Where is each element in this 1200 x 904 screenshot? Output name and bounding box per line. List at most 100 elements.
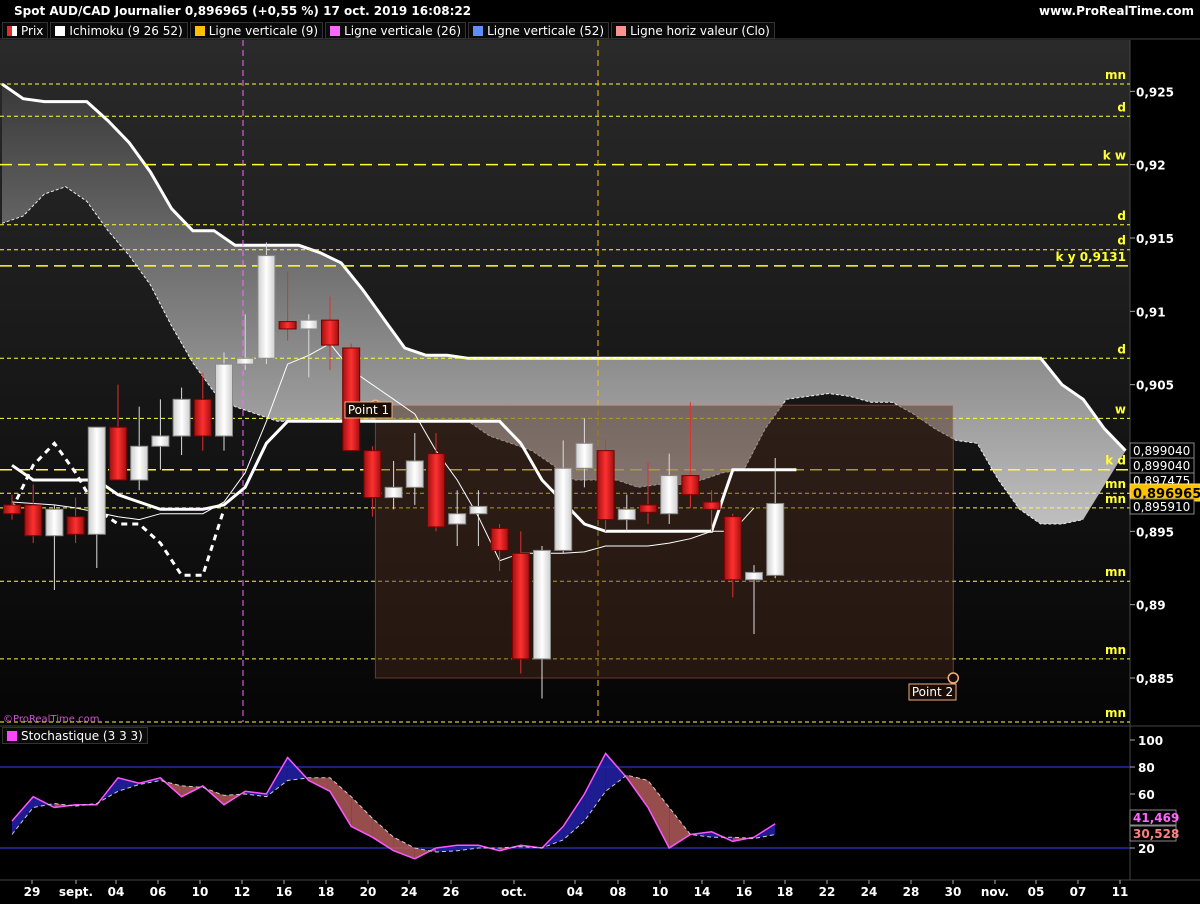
- y-tick-label: 0,895: [1136, 525, 1174, 539]
- candle-body-up: [617, 508, 636, 521]
- legend-label: Ligne horiz valeur (Clo): [630, 23, 770, 38]
- point-marker[interactable]: [947, 672, 960, 684]
- y-tick-label: 0,905: [1136, 379, 1174, 393]
- price-y-axis: 0,9250,920,9150,910,9050,90,8950,890,885: [1130, 85, 1174, 686]
- candle-body-down: [109, 426, 127, 481]
- y-tick-label: 80: [1138, 761, 1155, 775]
- x-tick-label: 30: [945, 885, 962, 899]
- candle-body-down: [342, 347, 361, 452]
- candle-body-up: [45, 508, 64, 537]
- x-tick-label: 22: [819, 885, 836, 899]
- candle[interactable]: [342, 343, 361, 452]
- candle-body-up: [469, 505, 488, 515]
- candle-body-down: [639, 504, 657, 513]
- level-label: d: [1117, 209, 1126, 223]
- legend-label: Stochastique (3 3 3): [21, 728, 143, 743]
- legend-item-price[interactable]: Prix: [2, 22, 49, 39]
- vline-52-swatch-icon: [473, 25, 484, 36]
- hline-swatch-icon: [616, 25, 627, 36]
- level-label: mn: [1105, 706, 1126, 720]
- indicator-legend: Prix Ichimoku (9 26 52) Ligne verticale …: [2, 22, 775, 39]
- x-tick-label: 24: [401, 885, 418, 899]
- x-tick-label: sept.: [59, 885, 93, 899]
- level-label: mn: [1105, 68, 1126, 82]
- price-label: 0,899040: [1133, 459, 1190, 473]
- candle-body-up: [299, 319, 318, 330]
- x-tick-label: 29: [24, 885, 41, 899]
- price-swatch-icon: [7, 25, 17, 36]
- y-tick-label: 20: [1138, 842, 1155, 856]
- price-label: 0,895910: [1133, 500, 1190, 514]
- candle-body-down: [66, 516, 85, 535]
- x-tick-label: 20: [360, 885, 377, 899]
- x-tick-label: 24: [861, 885, 878, 899]
- candle-body-up: [405, 460, 424, 488]
- candle-body-down: [24, 504, 43, 537]
- vline-9-swatch-icon: [194, 25, 205, 36]
- candle-body-down: [3, 504, 21, 515]
- candle-body-down: [363, 450, 382, 499]
- candle-body-up: [766, 502, 785, 576]
- x-tick-label: 16: [736, 885, 753, 899]
- candle-body-down: [321, 319, 339, 346]
- x-tick-label: 16: [276, 885, 293, 899]
- stoch-k-value: 41,469: [1133, 811, 1179, 825]
- candle-body-up: [87, 426, 106, 535]
- y-tick-label: 0,925: [1136, 85, 1174, 99]
- vline-26-swatch-icon: [330, 25, 341, 36]
- legend-label: Ichimoku (9 26 52): [69, 23, 183, 38]
- chart-title: Spot AUD/CAD Journalier 0,896965 (+0,55 …: [14, 4, 472, 18]
- price-range-box[interactable]: [374, 404, 954, 679]
- point-label: Point 1: [348, 403, 389, 417]
- candle-body-up: [575, 442, 594, 469]
- level-label: k d: [1105, 454, 1126, 468]
- chart-header: Spot AUD/CAD Journalier 0,896965 (+0,55 …: [0, 0, 1200, 22]
- legend-item-vline-52[interactable]: Ligne verticale (52): [468, 22, 610, 39]
- stochastic-legend: Stochastique (3 3 3): [2, 727, 148, 744]
- candle[interactable]: [215, 352, 233, 451]
- legend-item-vline-9[interactable]: Ligne verticale (9): [189, 22, 324, 39]
- level-label: mn: [1105, 492, 1126, 506]
- level-label: w: [1115, 402, 1126, 416]
- candle-body-up: [151, 435, 170, 447]
- candle-body-up: [533, 549, 551, 660]
- x-axis: 29 sept. 04 06 10 12 16 18 20 24 26 oct. 04 08 10 14 16 1…: [24, 880, 1129, 899]
- level-label: k y 0,9131: [1056, 250, 1126, 264]
- x-tick-label: 11: [1112, 885, 1129, 899]
- price-label: 0,899040: [1133, 444, 1190, 458]
- legend-label: Ligne verticale (52): [487, 23, 605, 38]
- candle-body-up: [384, 486, 403, 499]
- candle-body-up: [257, 255, 276, 359]
- price-chart[interactable]: mndk wddk y 0,9131dwk dmnmnmnmnmnPoint 1…: [0, 0, 1200, 900]
- point-label: Point 2: [912, 685, 953, 699]
- candle-body-up: [172, 398, 191, 437]
- candle[interactable]: [257, 242, 276, 365]
- ichimoku-swatch-icon: [55, 25, 66, 36]
- x-tick-label: 28: [903, 885, 920, 899]
- legend-item-stochastic[interactable]: Stochastique (3 3 3): [2, 727, 148, 744]
- site-label[interactable]: www.ProRealTime.com: [1039, 4, 1194, 18]
- legend-item-ichimoku[interactable]: Ichimoku (9 26 52): [50, 22, 188, 39]
- x-tick-label: 10: [192, 885, 209, 899]
- candle-body-up: [448, 513, 467, 525]
- candle-body-up: [554, 467, 573, 551]
- x-tick-label: 08: [610, 885, 627, 899]
- legend-label: Ligne verticale (9): [208, 23, 319, 38]
- candle-body-down: [511, 552, 530, 660]
- candle-body-down: [490, 527, 509, 551]
- legend-item-vline-26[interactable]: Ligne verticale (26): [325, 22, 467, 39]
- y-tick-label: 0,915: [1136, 232, 1174, 246]
- candle-body-down: [702, 501, 721, 510]
- candle-body-down: [427, 453, 445, 528]
- x-tick-label: 12: [234, 885, 251, 899]
- x-tick-label: 18: [318, 885, 335, 899]
- candle[interactable]: [596, 438, 615, 532]
- chart-stage: mn d k wddk y 0,9131 d w k d mn mn mn mn mn Point 1…: [0, 0, 1200, 900]
- candle-body-up: [745, 571, 763, 581]
- level-label: mn: [1105, 565, 1126, 579]
- candle-body-up: [236, 357, 255, 365]
- candle-body-down: [723, 516, 742, 581]
- x-tick-label: 07: [1070, 885, 1087, 899]
- y-tick-label: 0,92: [1136, 159, 1166, 173]
- legend-item-hline-close[interactable]: Ligne horiz valeur (Clo): [611, 22, 775, 39]
